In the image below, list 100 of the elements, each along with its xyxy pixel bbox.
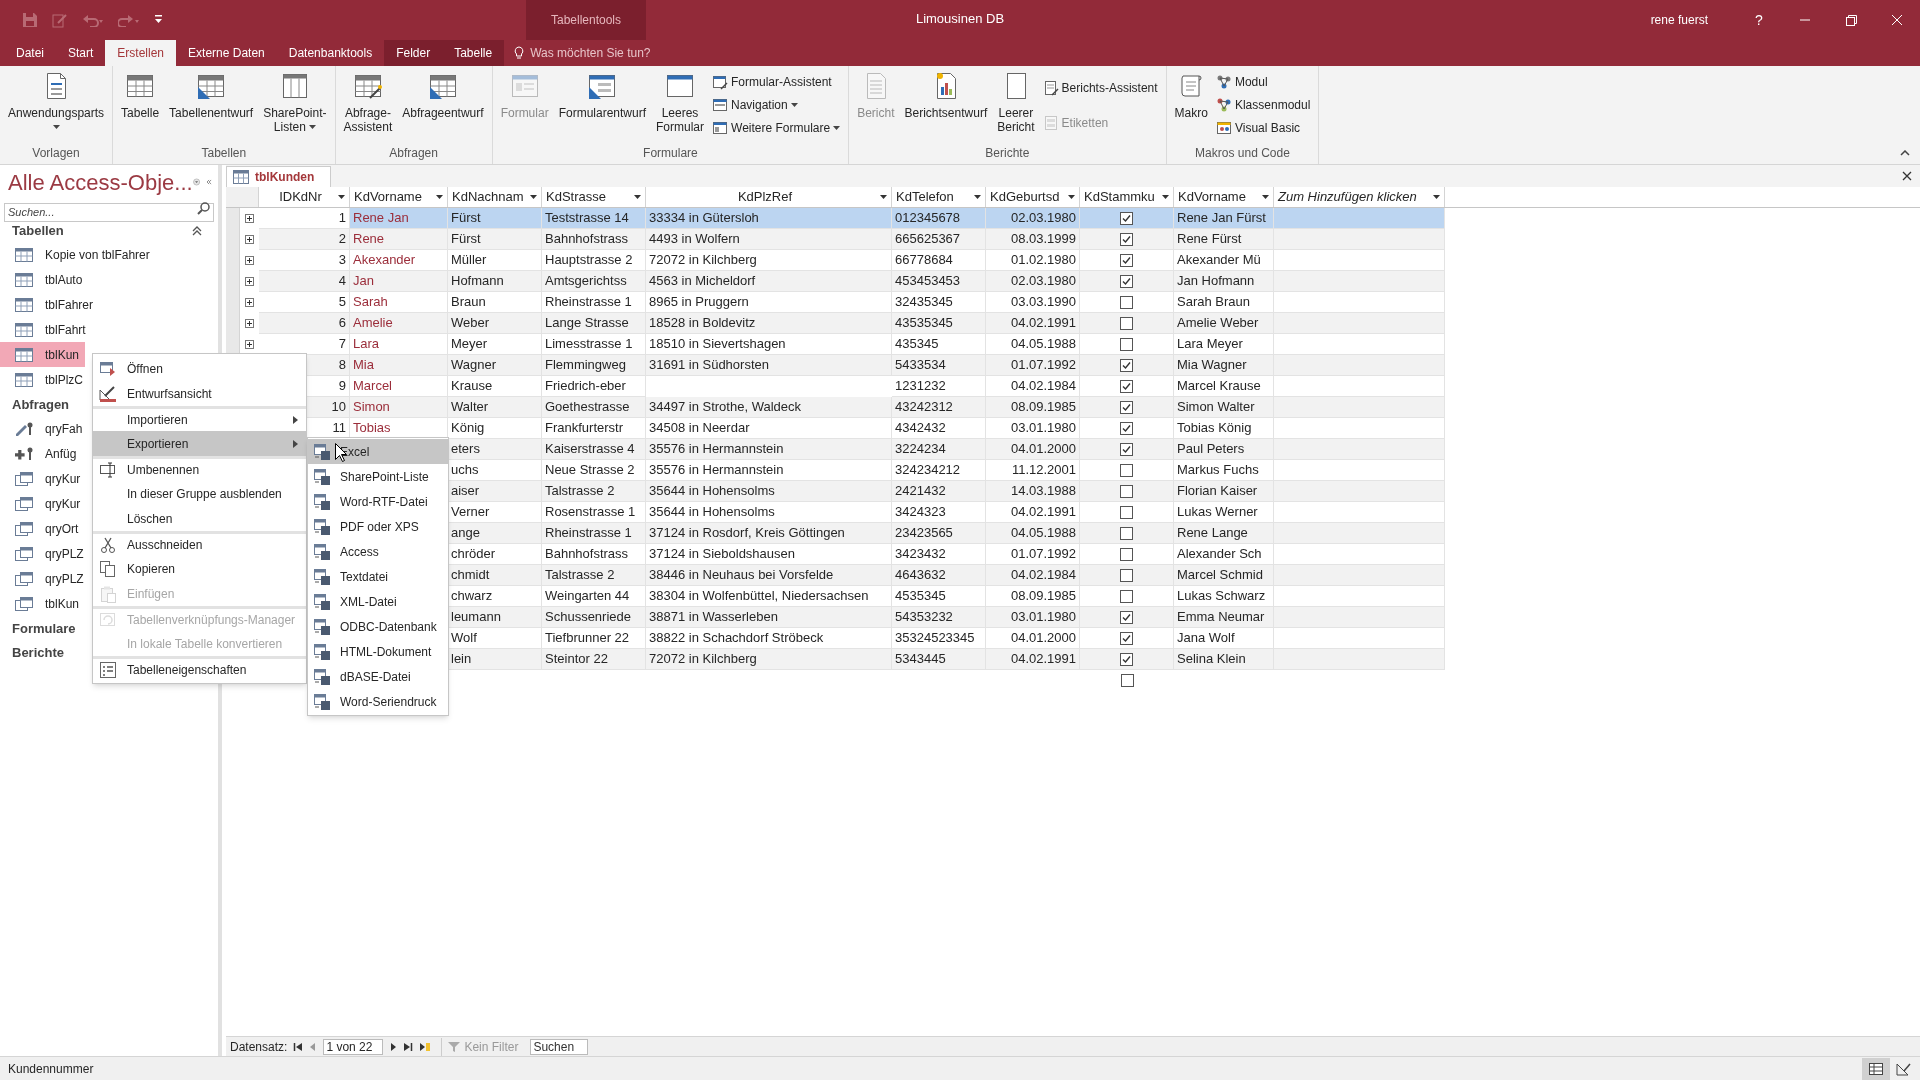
checkbox[interactable] xyxy=(1120,253,1133,267)
checkbox[interactable] xyxy=(1120,568,1133,582)
ribbon-button[interactable]: Formularentwurf xyxy=(554,70,650,144)
checkbox[interactable] xyxy=(1120,589,1133,603)
expand-icon[interactable] xyxy=(245,298,254,307)
name-link[interactable]: Jan xyxy=(350,271,448,292)
nav-item[interactable]: tblPlzC xyxy=(0,367,89,392)
checkbox[interactable] xyxy=(1120,442,1133,456)
customize-caret-icon[interactable] xyxy=(154,15,163,25)
menu-item[interactable]: Access xyxy=(308,539,448,564)
restore-icon[interactable] xyxy=(1843,12,1859,28)
checkbox[interactable] xyxy=(1120,337,1133,351)
group-header[interactable]: Berichte xyxy=(12,643,65,663)
expand-icon[interactable] xyxy=(245,319,254,328)
datasheet-view-button[interactable] xyxy=(1862,1057,1890,1080)
last-record-icon[interactable] xyxy=(403,1041,414,1052)
search-icon[interactable] xyxy=(197,201,211,215)
ribbon-tab[interactable]: Felder xyxy=(384,40,443,66)
name-link[interactable]: Simon xyxy=(350,397,448,418)
checkbox[interactable] xyxy=(1120,463,1133,477)
nav-item[interactable]: qryPLZ xyxy=(0,566,90,591)
search-field[interactable]: Suchen xyxy=(530,1038,589,1055)
design-view-icon[interactable] xyxy=(1896,1061,1912,1076)
expand-icon[interactable] xyxy=(245,256,254,265)
user-name[interactable]: rene fuerst xyxy=(1650,11,1708,29)
ribbon-button[interactable]: Klassenmodul xyxy=(1215,94,1315,116)
expand-icon[interactable] xyxy=(245,340,254,349)
ribbon-button[interactable]: Weitere Formulare xyxy=(712,117,845,140)
checkbox[interactable] xyxy=(1120,674,1134,687)
checkbox[interactable] xyxy=(1120,379,1133,393)
name-link[interactable]: Tobias xyxy=(350,418,448,439)
menu-item[interactable]: Ausschneiden xyxy=(93,531,306,556)
menu-item[interactable]: Word-RTF-Datei xyxy=(308,489,448,514)
search-field[interactable]: Suchen... xyxy=(4,202,214,222)
checkbox[interactable] xyxy=(1120,484,1133,498)
nav-item[interactable]: tblFahrt xyxy=(0,317,92,342)
checkbox[interactable] xyxy=(1120,610,1133,624)
expand-icon[interactable] xyxy=(245,214,254,223)
checkbox[interactable] xyxy=(1120,232,1133,246)
collapse-pane-icon[interactable] xyxy=(205,177,212,187)
ribbon-button[interactable]: Makro xyxy=(1170,70,1212,144)
collapse-group-icon[interactable] xyxy=(192,226,202,236)
checkbox[interactable] xyxy=(1120,505,1133,519)
nav-item[interactable]: qryKur xyxy=(0,491,87,516)
menu-item[interactable]: Exportieren xyxy=(93,431,306,456)
name-link[interactable]: Rene xyxy=(350,229,448,250)
expand-icon[interactable] xyxy=(245,277,254,286)
menu-item[interactable]: dBASE-Datei xyxy=(308,664,448,689)
document-tab[interactable]: tblKunden xyxy=(226,166,332,187)
ribbon-button[interactable]: Berichts-Assistent xyxy=(1042,76,1162,99)
name-link[interactable]: Rene Jan xyxy=(350,208,448,229)
record-number-field[interactable]: 1 von 22 xyxy=(323,1038,384,1055)
ribbon-button[interactable]: Tabellenentwurf xyxy=(165,70,258,144)
ribbon-tab[interactable]: Datenbanktools xyxy=(276,40,385,66)
ribbon-tab[interactable]: Datei xyxy=(4,40,56,66)
name-link[interactable]: Marcel xyxy=(350,376,448,397)
nav-item[interactable]: qryPLZ xyxy=(0,541,90,566)
ribbon-button[interactable]: Abfrageentwurf xyxy=(398,70,488,144)
menu-item[interactable]: Textdatei xyxy=(308,564,448,589)
group-header[interactable]: Tabellen xyxy=(12,221,64,241)
checkbox[interactable] xyxy=(1120,274,1133,288)
nav-item[interactable]: qryKur xyxy=(0,466,87,491)
menu-item[interactable]: HTML-Dokument xyxy=(308,639,448,664)
nav-item[interactable]: Kopie von tblFahrer xyxy=(0,242,156,267)
name-link[interactable]: Amelie xyxy=(350,313,448,334)
checkbox[interactable] xyxy=(1120,358,1133,372)
menu-item[interactable]: Umbenennen xyxy=(93,456,306,481)
nav-item[interactable]: qryFah xyxy=(0,416,89,441)
checkbox[interactable] xyxy=(1120,400,1133,414)
ribbon-tab[interactable]: Tabelle xyxy=(442,40,505,66)
name-link[interactable]: Lara xyxy=(350,334,448,355)
nav-item[interactable]: tblAuto xyxy=(0,267,89,292)
column-header[interactable]: Zum Hinzufügen klicken xyxy=(1274,187,1445,207)
menu-item[interactable]: PDF oder XPS xyxy=(308,514,448,539)
menu-item[interactable]: Kopieren xyxy=(93,556,306,581)
dropdown-circle-icon[interactable] xyxy=(192,175,200,189)
menu-item[interactable]: In dieser Gruppe ausblenden xyxy=(93,481,306,506)
first-record-icon[interactable] xyxy=(293,1041,304,1052)
ribbon-tab[interactable]: Externe Daten xyxy=(176,40,277,66)
new-record-icon[interactable] xyxy=(419,1041,432,1052)
name-link[interactable]: Akexander xyxy=(350,250,448,271)
nav-item[interactable]: Anfüg xyxy=(0,441,83,466)
menu-item[interactable]: Word-Seriendruck xyxy=(308,689,448,714)
ribbon-button[interactable]: Formular-Assistent xyxy=(712,70,845,93)
ribbon-tab[interactable]: Erstellen xyxy=(105,40,177,66)
ribbon-button[interactable]: SharePoint- Listen xyxy=(259,70,331,144)
checkbox[interactable] xyxy=(1120,547,1133,561)
nav-item[interactable]: tblKun xyxy=(0,342,86,367)
ribbon-button[interactable]: Anwendungsparts xyxy=(4,70,109,144)
menu-item[interactable]: XML-Datei xyxy=(308,589,448,614)
ribbon-button[interactable]: Abfrage- Assistent xyxy=(339,70,397,144)
collapse-ribbon-icon[interactable] xyxy=(1900,150,1910,156)
ribbon-button[interactable]: Tabelle xyxy=(117,70,164,144)
ribbon-button[interactable]: Leerer Bericht xyxy=(993,70,1039,144)
group-header[interactable]: Formulare xyxy=(12,619,76,639)
close-icon[interactable] xyxy=(1889,12,1905,28)
checkbox[interactable] xyxy=(1120,211,1133,225)
checkbox[interactable] xyxy=(1120,526,1133,540)
ribbon-tab[interactable]: Start xyxy=(56,40,106,66)
checkbox[interactable] xyxy=(1120,295,1133,309)
